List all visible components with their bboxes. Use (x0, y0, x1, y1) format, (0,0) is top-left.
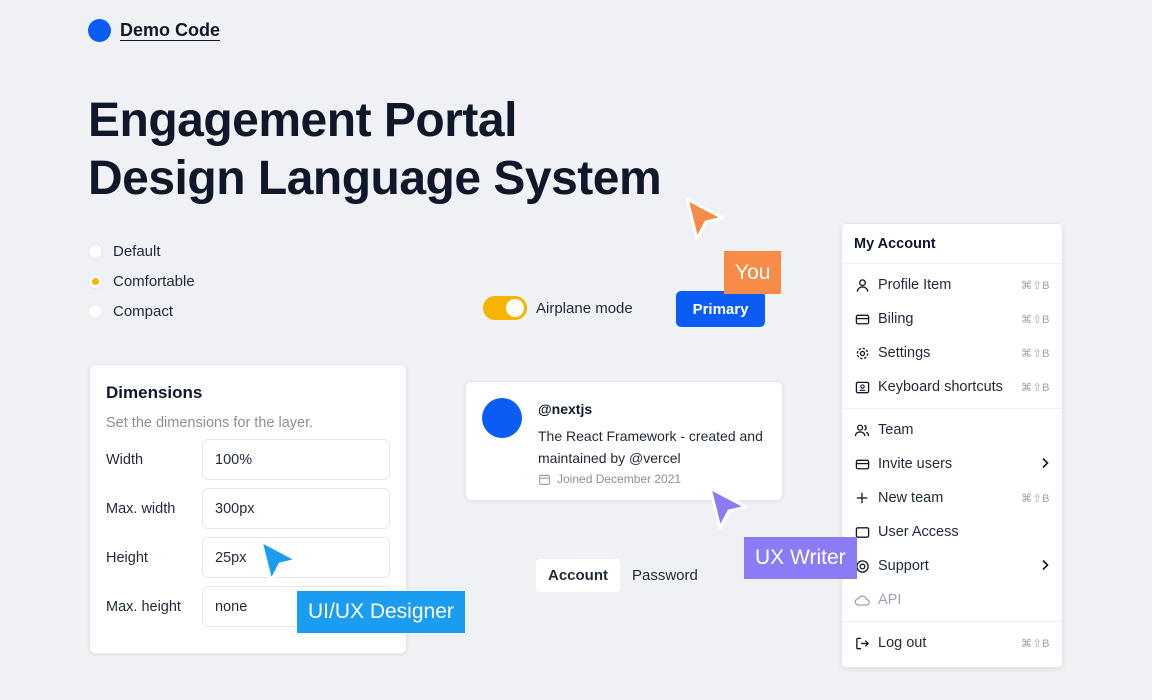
radio-option-default[interactable]: Default (88, 236, 195, 266)
cursor-tag-you: You (724, 251, 782, 294)
mail-icon (854, 456, 870, 472)
menu-item-team[interactable]: Team (842, 413, 1062, 447)
dimension-row-height: Height (106, 537, 390, 578)
profile-joined: Joined December 2021 (538, 472, 770, 486)
menu-shortcut: ⌘⇧B (1020, 279, 1050, 292)
menu-item-settings[interactable]: Settings ⌘⇧B (842, 336, 1062, 370)
menu-item-log-out[interactable]: Log out ⌘⇧B (842, 626, 1062, 660)
joined-date: Joined December 2021 (557, 472, 682, 486)
menu-item-label: API (878, 592, 902, 608)
page-title: Engagement Portal Design Language System (88, 92, 662, 208)
users-icon (854, 422, 870, 438)
menu-shortcut: ⌘⇧B (1020, 313, 1050, 326)
toggle-knob (506, 299, 524, 317)
menu-shortcut: ⌘⇧B (1020, 637, 1050, 650)
menu-item-support[interactable]: Support (842, 549, 1062, 583)
calendar-icon (539, 473, 550, 485)
page-title-line-2: Design Language System (88, 152, 662, 205)
max-width-label: Max. width (106, 500, 176, 517)
radio-label: Default (113, 242, 161, 260)
width-label: Width (106, 451, 144, 468)
dimension-row-max-width: Max. width (106, 488, 390, 529)
tab-password[interactable]: Password (620, 559, 710, 592)
menu-group: Team Invite users New team ⌘⇧B User Acce… (842, 409, 1062, 622)
tabs-list: Account Password (536, 559, 710, 592)
brand-name-link[interactable]: Demo Code (120, 20, 220, 41)
page-title-line-1: Engagement Portal (88, 94, 517, 147)
primary-button[interactable]: Primary (676, 291, 765, 327)
menu-title: My Account (842, 224, 1062, 264)
brand[interactable]: Demo Code (88, 19, 220, 42)
max-width-input[interactable] (202, 488, 390, 529)
menu-group: Profile Item ⌘⇧B Biling ⌘⇧B Settings ⌘⇧B… (842, 264, 1062, 409)
menu-item-label: Keyboard shortcuts (878, 379, 1003, 395)
menu-item-user-access[interactable]: User Access (842, 515, 1062, 549)
menu-item-label: Invite users (878, 456, 953, 472)
menu-item-label: Profile Item (878, 277, 952, 293)
menu-item-label: Biling (878, 311, 914, 327)
menu-item-label: New team (878, 490, 944, 506)
radio-button[interactable] (88, 303, 103, 319)
toggle-switch[interactable] (483, 296, 527, 320)
dimension-row-width: Width (106, 439, 390, 480)
density-radio-group: Default Comfortable Compact (88, 236, 195, 326)
menu-shortcut: ⌘⇧B (1020, 492, 1050, 505)
profile-description: The React Framework - created and mainta… (538, 428, 763, 466)
menu-shortcut: ⌘⇧B (1020, 347, 1050, 360)
you-cursor-icon (685, 197, 725, 241)
toggle-label: Airplane mode (536, 299, 633, 317)
gear-icon (854, 345, 870, 361)
menu-item-invite-users[interactable]: Invite users (842, 447, 1062, 481)
menu-item-label: Settings (878, 345, 931, 361)
cloud-icon (854, 592, 870, 608)
ui-ux-designer-cursor-icon (259, 539, 299, 583)
plus-icon (854, 490, 870, 506)
chevron-right-icon (1040, 457, 1050, 472)
chevron-right-icon (1040, 559, 1050, 574)
logout-icon (854, 635, 870, 651)
keyboard-icon (854, 379, 870, 395)
radio-option-comfortable[interactable]: Comfortable (88, 266, 195, 296)
menu-item-new-team[interactable]: New team ⌘⇧B (842, 481, 1062, 515)
ux-writer-cursor-icon (708, 486, 748, 530)
radio-button-checked[interactable] (88, 273, 103, 289)
menu-item-label: Team (878, 422, 914, 438)
profile-hover-card: @nextjs The React Framework - created an… (465, 381, 783, 501)
menu-item-label: Support (878, 558, 929, 574)
height-label: Height (106, 549, 148, 566)
max-height-label: Max. height (106, 598, 181, 615)
menu-item-api: API (842, 583, 1062, 617)
brand-logo-icon (88, 19, 111, 42)
user-icon (854, 277, 870, 293)
avatar (482, 398, 522, 438)
menu-item-label: Log out (878, 635, 927, 651)
profile-info: @nextjs The React Framework - created an… (538, 398, 770, 486)
dimensions-title: Dimensions (106, 383, 203, 402)
menu-item-billing[interactable]: Biling ⌘⇧B (842, 302, 1062, 336)
cursor-tag-ux-writer: UX Writer (744, 537, 857, 579)
radio-label: Comfortable (113, 272, 195, 290)
dimensions-subtitle: Set the dimensions for the layer. (106, 415, 314, 431)
radio-label: Compact (113, 302, 174, 320)
menu-item-profile[interactable]: Profile Item ⌘⇧B (842, 268, 1062, 302)
menu-group: Log out ⌘⇧B (842, 622, 1062, 664)
tab-account[interactable]: Account (536, 559, 620, 592)
cursor-tag-ui-ux-designer: UI/UX Designer (297, 591, 465, 633)
account-dropdown-menu: My Account Profile Item ⌘⇧B Biling ⌘⇧B S… (841, 223, 1063, 668)
menu-item-keyboard-shortcuts[interactable]: Keyboard shortcuts ⌘⇧B (842, 370, 1062, 404)
radio-button[interactable] (88, 243, 103, 259)
credit-card-icon (854, 311, 870, 327)
menu-shortcut: ⌘⇧B (1020, 381, 1050, 394)
profile-handle: @nextjs (538, 401, 593, 417)
width-input[interactable] (202, 439, 390, 480)
airplane-mode-switch[interactable]: Airplane mode (483, 296, 633, 320)
menu-item-label: User Access (878, 524, 959, 540)
radio-option-compact[interactable]: Compact (88, 296, 195, 326)
